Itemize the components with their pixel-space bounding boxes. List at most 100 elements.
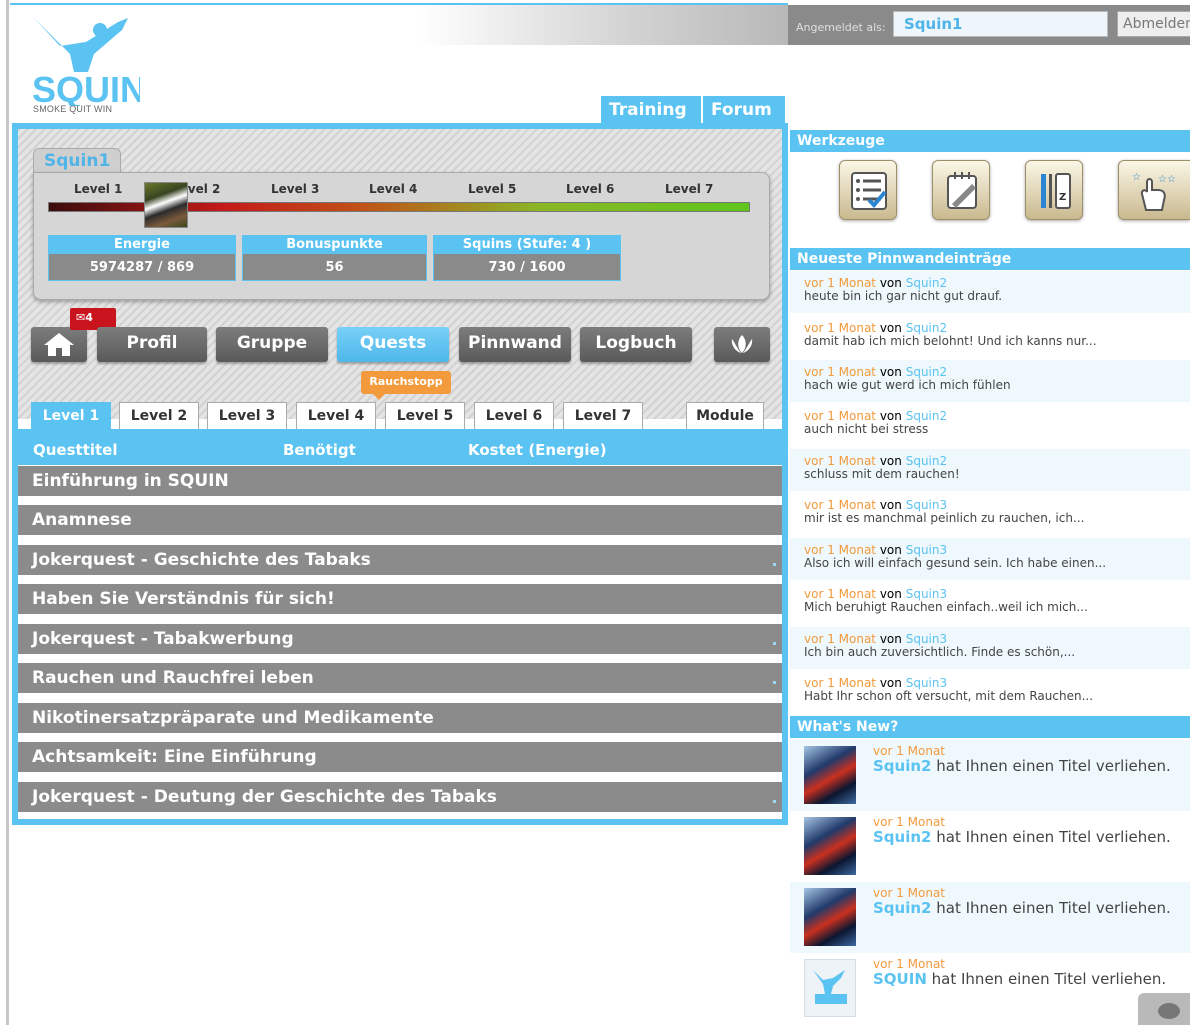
quest-row[interactable]: Rauchen und Rauchfrei leben <box>18 663 782 693</box>
pin-by: von <box>879 587 902 601</box>
nav-button-profil[interactable]: Profil <box>97 327 207 362</box>
quest-row[interactable]: Jokerquest - Geschichte des Tabaks <box>18 545 782 575</box>
pin-time: vor 1 Monat <box>804 321 876 335</box>
whatsnew-thumbnail[interactable] <box>804 888 856 946</box>
logout-button[interactable]: Abmelden <box>1117 11 1190 37</box>
whatsnew-text: Squin2 hat Ihnen einen Titel verliehen. <box>873 757 1171 775</box>
pin-by: von <box>879 632 902 646</box>
quest-row[interactable]: Achtsamkeit: Eine Einführung <box>18 742 782 772</box>
whatsnew-user[interactable]: Squin2 <box>873 757 931 775</box>
quest-row[interactable]: Anamnese <box>18 505 782 535</box>
pin-time: vor 1 Monat <box>804 587 876 601</box>
pin-entry[interactable]: vor 1 Monat von Squin3 Mich beruhigt Rauc… <box>790 582 1190 624</box>
stat-squins-label: Squins (Stufe: 4 ) <box>433 235 621 254</box>
avatar[interactable] <box>144 182 188 228</box>
whatsnew-item[interactable]: vor 1 Monat Squin2 hat Ihnen einen Titel… <box>790 740 1190 811</box>
pin-text: hach wie gut werd ich mich fühlen <box>804 378 1011 392</box>
pin-entry[interactable]: vor 1 Monat von Squin3 Also ich will einf… <box>790 538 1190 580</box>
whatsnew-thumbnail[interactable] <box>804 817 856 875</box>
stat-squins-value: 730 / 1600 <box>433 254 621 281</box>
whatsnew-thumbnail[interactable] <box>804 959 856 1017</box>
column-kostet[interactable]: Kostet (Energie) <box>468 441 607 459</box>
stat-bonus-label: Bonuspunkte <box>242 235 427 254</box>
pin-author[interactable]: Squin3 <box>906 543 947 557</box>
pin-entry[interactable]: vor 1 Monat von Squin2 auch nicht bei str… <box>790 404 1190 446</box>
nav-button-logbuch[interactable]: Logbuch <box>580 327 692 362</box>
whatsnew-user[interactable]: SQUIN <box>873 970 927 988</box>
login-username[interactable]: Squin1 <box>893 11 1108 37</box>
pin-author[interactable]: Squin2 <box>906 409 947 423</box>
pin-entry[interactable]: vor 1 Monat von Squin3 Ich bin auch zuver… <box>790 627 1190 669</box>
svg-text:☆☆: ☆☆ <box>1158 174 1176 185</box>
pin-time: vor 1 Monat <box>804 409 876 423</box>
tool-rating[interactable]: ☆ ☆☆ <box>1118 160 1190 220</box>
chat-icon <box>1158 1003 1180 1019</box>
whatsnew-time: vor 1 Monat <box>873 744 945 758</box>
nav-button-pinnwand[interactable]: Pinnwand <box>459 327 571 362</box>
pin-author[interactable]: Squin3 <box>906 587 947 601</box>
quest-table-header: Questtitel Benötigt Kostet (Energie) <box>18 429 782 465</box>
pin-by: von <box>879 676 902 690</box>
nav-button-quests[interactable]: Quests <box>337 327 449 362</box>
tab-level-4[interactable]: Level 4 <box>296 402 376 429</box>
pin-entry[interactable]: vor 1 Monat von Squin3 Habt Ihr schon oft… <box>790 671 1190 713</box>
pin-entry[interactable]: vor 1 Monat von Squin3 mir ist es manchma… <box>790 493 1190 535</box>
pin-by: von <box>879 276 902 290</box>
page: SQUIN SMOKE QUIT WIN Training Forum Squi… <box>0 0 1190 1025</box>
tab-level-7[interactable]: Level 7 <box>563 402 643 429</box>
pin-text: Mich beruhigt Rauchen einfach..weil ich … <box>804 600 1088 614</box>
lotus-button[interactable] <box>714 327 770 362</box>
whatsnew-message: hat Ihnen einen Titel verliehen. <box>931 970 1167 988</box>
pin-author[interactable]: Squin3 <box>906 498 947 512</box>
pin-author[interactable]: Squin2 <box>906 321 947 335</box>
nav-forum[interactable]: Forum <box>703 96 785 124</box>
tool-az-index[interactable]: Z <box>1025 160 1083 220</box>
pin-time: vor 1 Monat <box>804 498 876 512</box>
pin-author[interactable]: Squin2 <box>906 276 947 290</box>
pin-by: von <box>879 454 902 468</box>
pin-time: vor 1 Monat <box>804 632 876 646</box>
nav-button-gruppe[interactable]: Gruppe <box>216 327 328 362</box>
quest-row[interactable]: Jokerquest - Tabakwerbung <box>18 624 782 654</box>
whatsnew-user[interactable]: Squin2 <box>873 828 931 846</box>
lotus-icon <box>731 335 753 353</box>
tool-notepad[interactable] <box>932 160 990 220</box>
nav-training[interactable]: Training <box>601 96 701 124</box>
logo-text: SQUIN <box>32 69 140 106</box>
rating-hand-icon: ☆ ☆☆ <box>1132 172 1176 211</box>
whatsnew-item[interactable]: vor 1 Monat SQUIN hat Ihnen einen Titel … <box>790 953 1190 1024</box>
tab-level-3[interactable]: Level 3 <box>207 402 287 429</box>
whatsnew-user[interactable]: Squin2 <box>873 899 931 917</box>
column-questtitel[interactable]: Questtitel <box>33 441 118 459</box>
pin-entry[interactable]: vor 1 Monat von Squin2 hach wie gut werd … <box>790 360 1190 402</box>
level-label: Level 3 <box>271 182 320 196</box>
whatsnew-item[interactable]: vor 1 Monat Squin2 hat Ihnen einen Titel… <box>790 882 1190 953</box>
level-label: Level 4 <box>369 182 418 196</box>
whatsnew-item[interactable]: vor 1 Monat Squin2 hat Ihnen einen Titel… <box>790 811 1190 882</box>
tab-level-5[interactable]: Level 5 <box>385 402 465 429</box>
chat-button[interactable] <box>1138 993 1190 1025</box>
column-benoetigt[interactable]: Benötigt <box>283 441 356 459</box>
quest-row[interactable]: Nikotinersatzpräparate und Medikamente <box>18 703 782 733</box>
tool-checklist[interactable] <box>839 160 897 220</box>
pin-entry[interactable]: vor 1 Monat von Squin2 heute bin ich gar … <box>790 271 1190 313</box>
pin-text: heute bin ich gar nicht gut drauf. <box>804 289 1003 303</box>
pin-entry[interactable]: vor 1 Monat von Squin2 damit hab ich mich… <box>790 316 1190 358</box>
tools-heading: Werkzeuge <box>790 130 1190 152</box>
tab-level-6[interactable]: Level 6 <box>474 402 554 429</box>
tab-level-2[interactable]: Level 2 <box>119 402 199 429</box>
quest-row[interactable]: Jokerquest - Deutung der Geschichte des … <box>18 782 782 812</box>
tab-module[interactable]: Module <box>686 402 764 429</box>
pin-entry[interactable]: vor 1 Monat von Squin2 schluss mit dem ra… <box>790 449 1190 491</box>
pin-author[interactable]: Squin3 <box>906 632 947 646</box>
pin-author[interactable]: Squin2 <box>906 365 947 379</box>
whatsnew-text: Squin2 hat Ihnen einen Titel verliehen. <box>873 899 1171 917</box>
home-button[interactable] <box>31 327 87 362</box>
quest-row[interactable]: Haben Sie Verständnis für sich! <box>18 584 782 614</box>
pin-author[interactable]: Squin3 <box>906 676 947 690</box>
quest-title: Einführung in SQUIN <box>32 471 229 491</box>
pin-author[interactable]: Squin2 <box>906 454 947 468</box>
tab-level-1[interactable]: Level 1 <box>31 402 111 429</box>
quest-row[interactable]: Einführung in SQUIN <box>18 466 782 496</box>
whatsnew-thumbnail[interactable] <box>804 746 856 804</box>
